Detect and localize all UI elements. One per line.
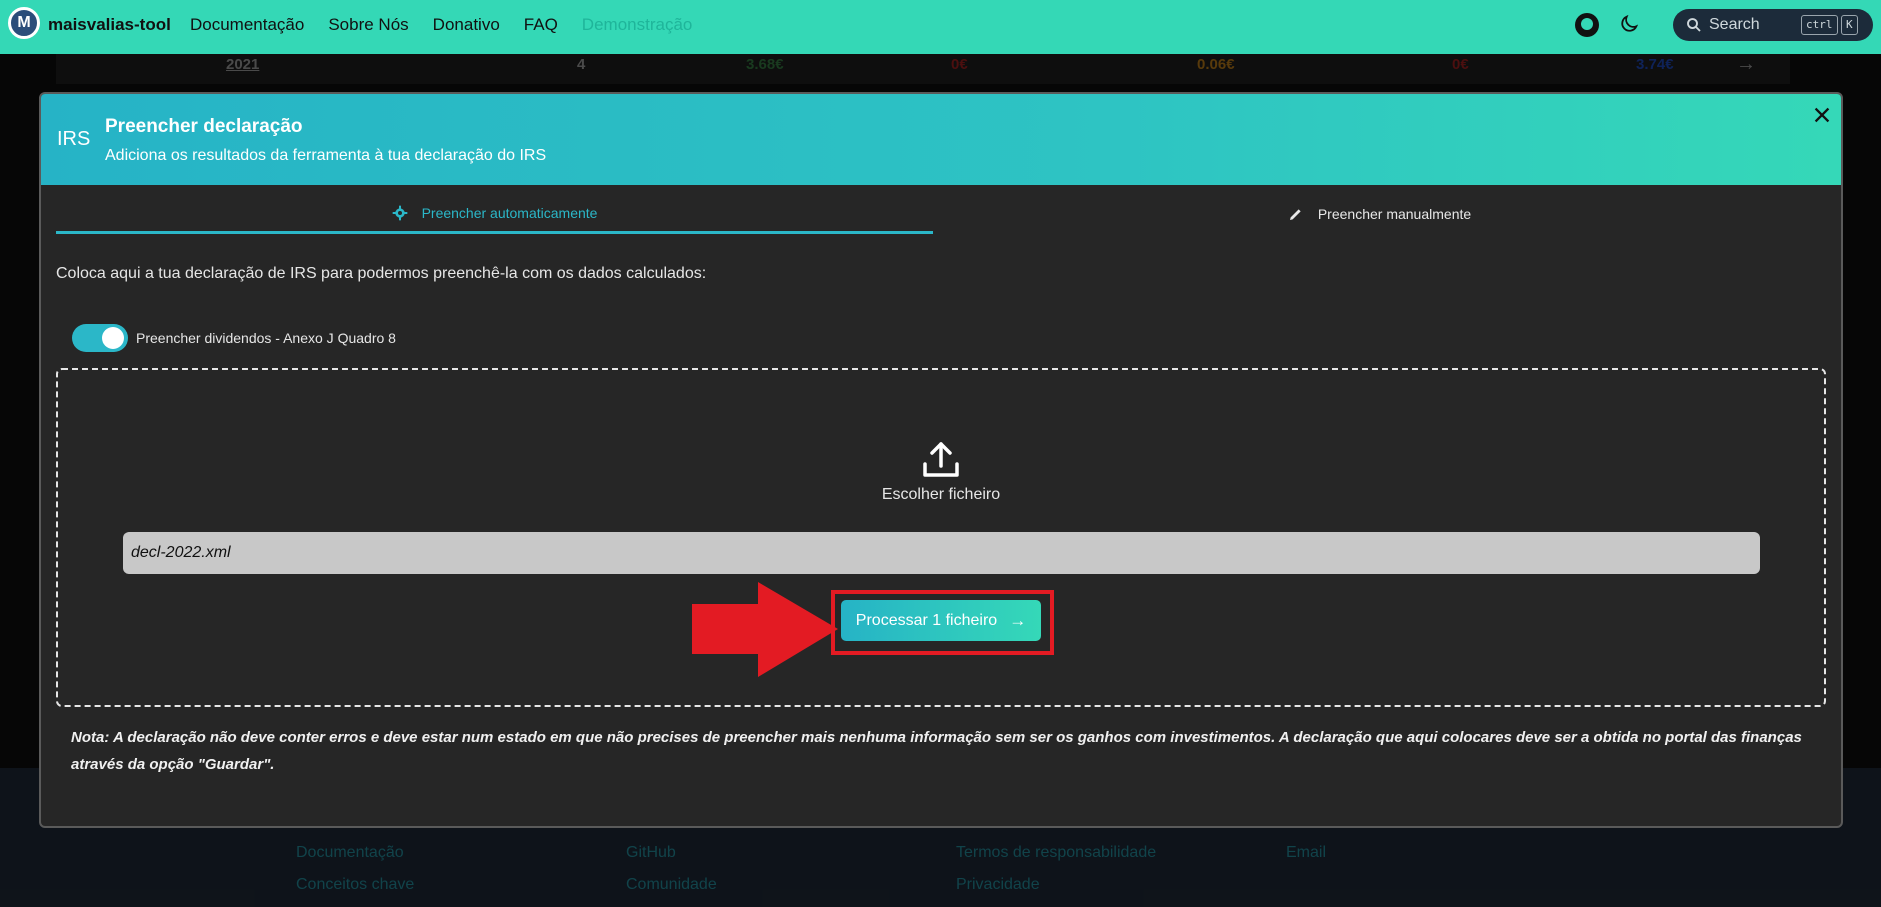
process-file-button[interactable]: Processar 1 ficheiro →: [841, 600, 1041, 641]
pencil-icon: [1289, 209, 1301, 220]
moon-icon[interactable]: [1618, 13, 1640, 35]
dividends-toggle[interactable]: [72, 324, 128, 352]
note-text: Nota: A declaração não deve conter erros…: [71, 729, 1802, 773]
brand-name[interactable]: maisvalias-tool: [48, 15, 171, 35]
arrow-right-icon: →: [1009, 610, 1027, 630]
nav-link-faq[interactable]: FAQ: [524, 15, 558, 35]
nav-link-sobre-nos[interactable]: Sobre Nós: [328, 15, 408, 35]
tab-manual-label: Preencher manualmente: [1317, 206, 1472, 222]
nav-links: Documentação Sobre Nós Donativo FAQ Demo…: [190, 15, 716, 35]
selected-file-field[interactable]: decl-2022.xml: [123, 532, 1760, 574]
choose-file-label[interactable]: Escolher ficheiro: [881, 486, 1001, 504]
close-icon[interactable]: [1811, 104, 1833, 126]
process-button-label: Processar 1 ficheiro: [855, 611, 998, 629]
top-navbar: M maisvalias-tool Documentação Sobre Nós…: [0, 0, 1881, 54]
red-arrow-annotation: [692, 582, 838, 677]
search-label: Search: [1709, 16, 1760, 33]
nav-link-documentacao[interactable]: Documentação: [190, 15, 304, 35]
tab-auto-label: Preencher automaticamente: [421, 204, 598, 221]
tab-preencher-manualmente[interactable]: Preencher manualmente: [933, 194, 1826, 234]
nav-link-demonstracao[interactable]: Demonstração: [582, 15, 693, 35]
modal-title: Preencher declaração: [105, 116, 303, 137]
dividends-toggle-label: Preencher dividendos - Anexo J Quadro 8: [136, 330, 396, 346]
github-icon[interactable]: [1575, 13, 1599, 37]
search-icon: [1687, 18, 1701, 32]
tab-preencher-automaticamente[interactable]: Preencher automaticamente: [56, 194, 933, 234]
modal-header: IRS Preencher declaração Adiciona os res…: [41, 94, 1841, 185]
kbd-k: K: [1841, 15, 1858, 35]
toggle-knob: [102, 327, 124, 349]
kbd-ctrl: ctrl: [1801, 15, 1838, 35]
fill-declaration-modal: IRS Preencher declaração Adiciona os res…: [39, 92, 1843, 828]
logo-icon[interactable]: M: [8, 7, 40, 39]
intro-text: Coloca aqui a tua declaração de IRS para…: [56, 265, 707, 282]
irs-badge: IRS: [57, 128, 91, 150]
upload-icon[interactable]: [919, 438, 963, 482]
modal-subtitle: Adiciona os resultados da ferramenta à t…: [105, 147, 547, 164]
search-input[interactable]: Search ctrl K: [1673, 9, 1873, 41]
fill-mode-tabs: Preencher automaticamente Preencher manu…: [56, 194, 1826, 236]
gear-icon: [392, 205, 407, 220]
nav-link-donativo[interactable]: Donativo: [433, 15, 500, 35]
